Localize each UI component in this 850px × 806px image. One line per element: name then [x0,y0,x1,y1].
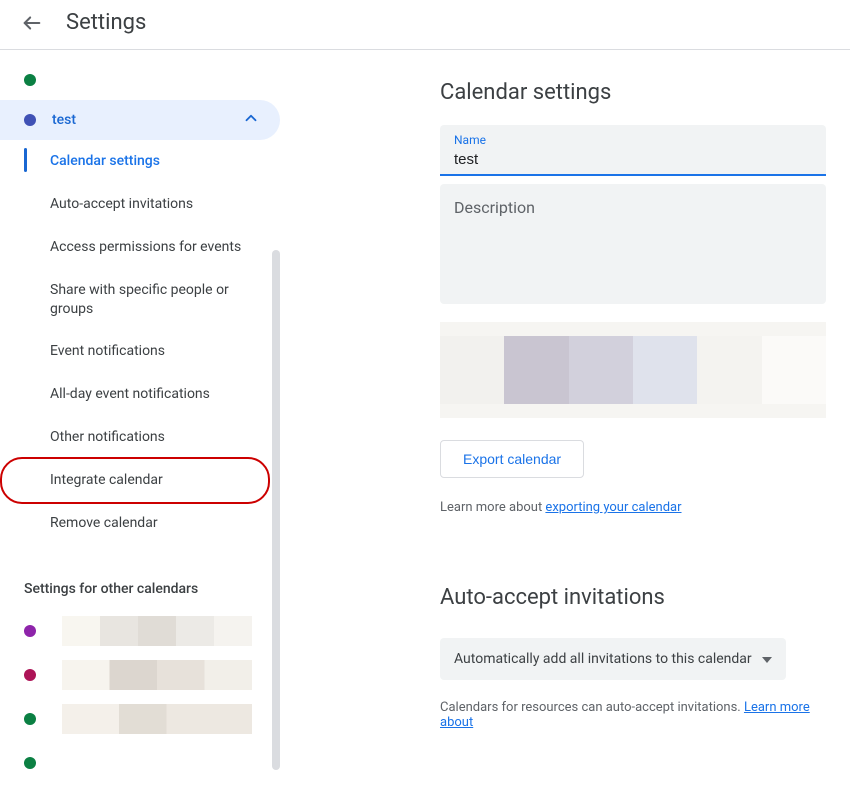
sidebar: test Calendar settings Auto-accept invit… [0,50,280,798]
sidebar-item-remove-calendar[interactable]: Remove calendar [24,502,280,545]
other-calendar-row[interactable] [0,741,280,785]
sidebar-item-label: Integrate calendar [50,471,163,490]
sidebar-item-event-notifications[interactable]: Event notifications [24,330,280,373]
calendar-dot-icon [24,114,36,126]
other-calendar-row[interactable] [0,609,280,653]
name-field[interactable]: Name [440,125,826,176]
sidebar-item-integrate-calendar[interactable]: Integrate calendar [24,459,280,502]
learn-prefix: Learn more about [440,500,545,515]
sidebar-item-share-people[interactable]: Share with specific people or groups [24,269,280,331]
sidebar-item-calendar-settings[interactable]: Calendar settings [24,140,280,183]
redacted-label [62,704,252,734]
section-title-auto-accept: Auto-accept invitations [440,585,826,610]
name-input[interactable] [454,151,812,168]
calendar-dot-icon [24,74,36,86]
sidebar-item-access-permissions[interactable]: Access permissions for events [24,226,280,269]
chevron-up-icon [242,109,260,131]
other-calendars-heading: Settings for other calendars [0,545,280,609]
redacted-block [440,322,826,418]
main-content: Calendar settings Name Description Expor… [280,50,850,798]
calendar-dot-icon [24,669,36,681]
auto-accept-dropdown[interactable]: Automatically add all invitations to thi… [440,638,786,680]
sidebar-item-allday-notifications[interactable]: All-day event notifications [24,373,280,416]
exporting-your-calendar-link[interactable]: exporting your calendar [545,500,681,515]
export-calendar-button[interactable]: Export calendar [440,440,584,478]
calendar-dot-icon [24,757,36,769]
section-title-calendar-settings: Calendar settings [440,80,826,105]
redacted-label [62,616,252,646]
header: Settings [0,0,850,50]
calendar-row-test[interactable]: test [0,100,280,140]
info-prefix: Calendars for resources can auto-accept … [440,700,744,715]
auto-accept-info: Calendars for resources can auto-accept … [440,700,826,730]
learn-more-export: Learn more about exporting your calendar [440,500,826,515]
sidebar-item-auto-accept[interactable]: Auto-accept invitations [24,183,280,226]
other-calendar-row[interactable] [0,697,280,741]
other-calendar-row[interactable] [0,653,280,697]
calendar-sub-list: Calendar settings Auto-accept invitation… [0,140,280,545]
dropdown-label: Automatically add all invitations to thi… [454,651,752,667]
back-arrow-icon[interactable] [20,11,44,35]
scrollbar[interactable] [272,250,280,770]
calendar-row-top[interactable] [0,60,280,100]
redacted-label [62,660,252,690]
description-field-label: Description [454,198,535,217]
calendar-dot-icon [24,713,36,725]
caret-down-icon [762,651,772,667]
name-field-label: Name [454,133,812,147]
sidebar-item-other-notifications[interactable]: Other notifications [24,416,280,459]
calendar-dot-icon [24,625,36,637]
page-title: Settings [66,10,146,35]
description-field[interactable]: Description [440,184,826,304]
calendar-label: test [52,112,242,128]
active-indicator [24,148,27,172]
